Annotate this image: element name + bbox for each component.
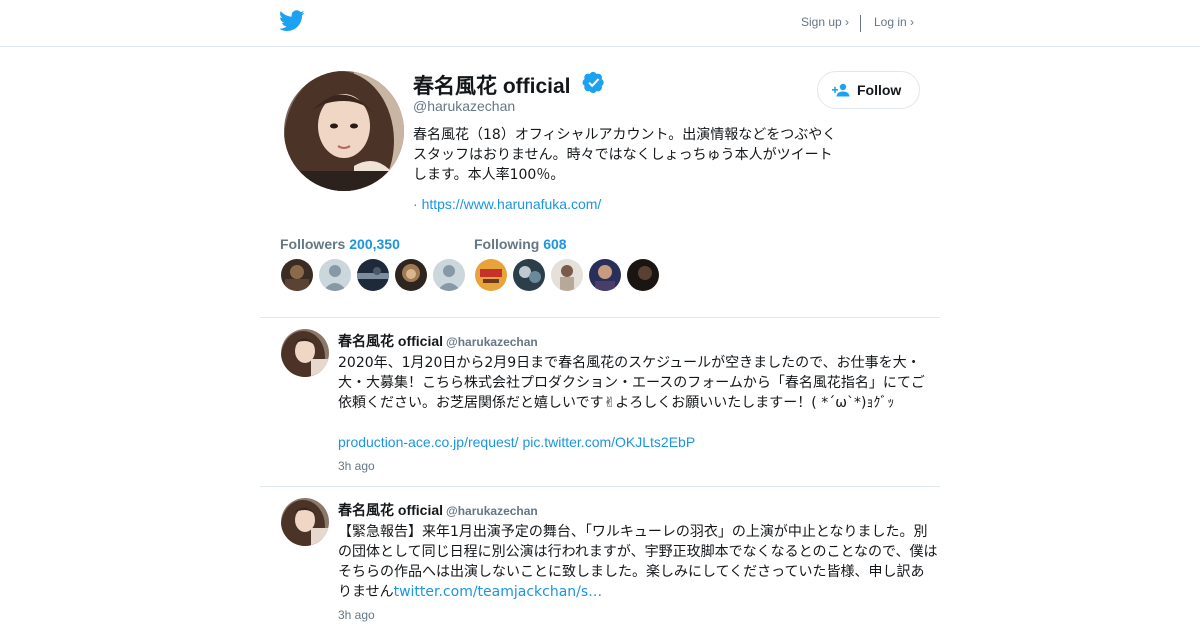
following-avatar[interactable] — [627, 259, 659, 291]
tweet-timestamp[interactable]: 3h ago — [338, 459, 375, 473]
tweet-avatar[interactable] — [281, 329, 329, 377]
tweet-author-name[interactable]: 春名風花 official — [338, 502, 443, 518]
follow-label: Follow — [857, 82, 902, 98]
followers-avatars — [281, 259, 465, 291]
signup-link[interactable]: Sign up › — [801, 15, 849, 29]
tweet-links: production-ace.co.jp/request/ pic.twitte… — [338, 434, 695, 450]
section-divider — [260, 317, 940, 318]
link-prefix: · — [413, 196, 418, 212]
following-avatars — [475, 259, 659, 291]
following-count: 608 — [543, 236, 567, 252]
login-link[interactable]: Log in › — [874, 15, 914, 29]
tweet-timestamp[interactable]: 3h ago — [338, 608, 375, 622]
tweet-link[interactable]: production-ace.co.jp/request/ — [338, 434, 519, 450]
follow-button[interactable]: Follow — [817, 71, 920, 109]
tweet-header: 春名風花 official @harukazechan — [338, 500, 538, 520]
tweet-link[interactable]: twitter.com/teamjackchan/s… — [394, 584, 603, 600]
following-label: Following — [474, 236, 540, 252]
followers-count: 200,350 — [349, 236, 400, 252]
profile-bio: 春名風花（18）オフィシャルアカウント。出演情報などをつぶやくスタッフはおりませ… — [413, 127, 837, 183]
tweet-pic-link[interactable]: pic.twitter.com/OKJLts2EbP — [522, 434, 695, 450]
profile-link-row: · https://www.harunafuka.com/ — [413, 196, 601, 212]
twitter-bird-icon[interactable] — [279, 10, 305, 32]
profile-name: 春名風花 official — [413, 75, 571, 98]
follower-avatar[interactable] — [319, 259, 351, 291]
tweet-avatar[interactable] — [281, 498, 329, 546]
tweet-header: 春名風花 official @harukazechan — [338, 331, 538, 351]
nav-divider — [860, 15, 861, 32]
follower-avatar[interactable] — [281, 259, 313, 291]
follower-avatar[interactable] — [433, 259, 465, 291]
followers-stat[interactable]: Followers 200,350 — [280, 236, 400, 252]
following-stat[interactable]: Following 608 — [474, 236, 567, 252]
following-avatar[interactable] — [551, 259, 583, 291]
follower-avatar[interactable] — [395, 259, 427, 291]
profile-website-link[interactable]: https://www.harunafuka.com/ — [422, 196, 602, 212]
top-bar: Sign up › Log in › — [0, 0, 1200, 47]
followers-label: Followers — [280, 236, 346, 252]
add-user-icon — [832, 83, 850, 97]
profile-avatar[interactable] — [284, 71, 404, 191]
tweet-divider — [260, 486, 940, 487]
verified-badge-icon — [582, 71, 604, 94]
tweet-author-handle[interactable]: @harukazechan — [446, 504, 538, 518]
tweet-text: 2020年、1月20日から2月9日まで春名風花のスケジュールが空きましたので、お… — [338, 355, 925, 411]
tweet-text: 【緊急報告】来年1月出演予定の舞台、「ワルキューレの羽衣」の上演が中止となりまし… — [338, 522, 938, 602]
tweet-author-name[interactable]: 春名風花 official — [338, 333, 443, 349]
follower-avatar[interactable] — [357, 259, 389, 291]
following-avatar[interactable] — [475, 259, 507, 291]
tweet-author-handle[interactable]: @harukazechan — [446, 335, 538, 349]
following-avatar[interactable] — [589, 259, 621, 291]
following-avatar[interactable] — [513, 259, 545, 291]
profile-handle: @harukazechan — [413, 98, 516, 114]
